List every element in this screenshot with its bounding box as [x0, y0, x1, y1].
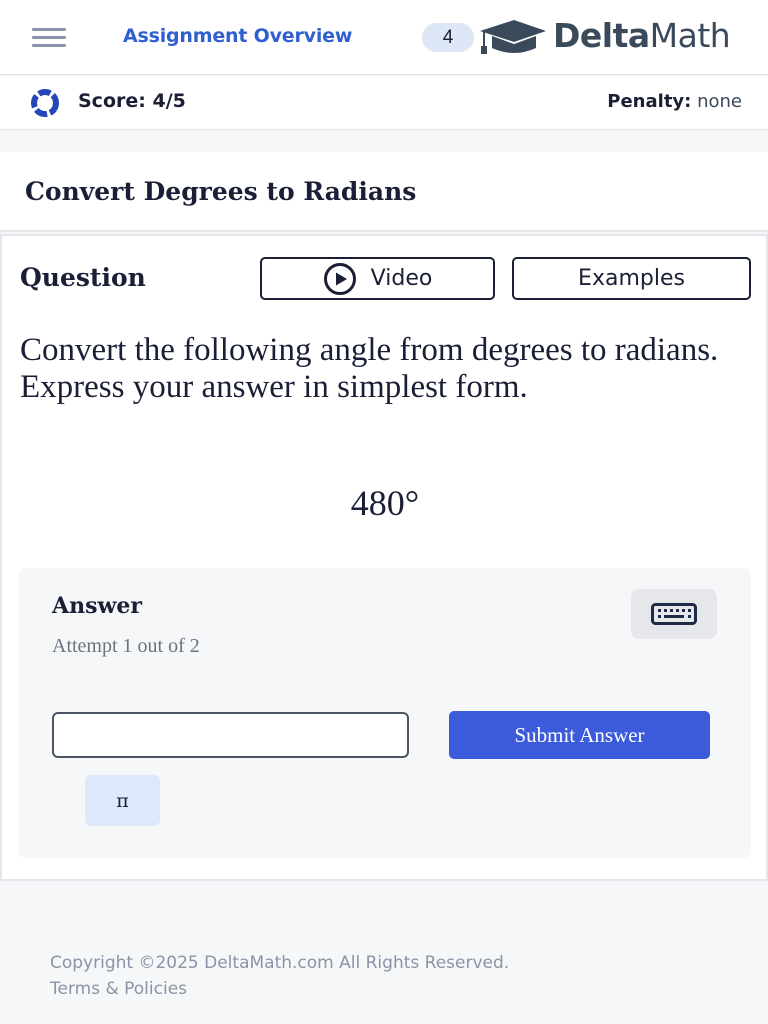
question-card: Question Video Examples Convert the foll… — [0, 234, 768, 881]
score-label: Score: 4/5 — [78, 90, 186, 112]
penalty-value: none — [697, 91, 742, 112]
video-button-label: Video — [370, 266, 433, 291]
video-button[interactable]: Video — [260, 257, 495, 300]
penalty-label: Penalty: — [607, 91, 692, 112]
answer-input[interactable] — [52, 712, 409, 758]
answer-panel: Answer Attempt 1 out of 2 Submit Answer … — [18, 568, 751, 858]
assignment-count-badge: 4 — [422, 23, 474, 52]
score-bar: Score: 4/5 Penalty: none — [0, 76, 768, 130]
keyboard-toggle-button[interactable] — [631, 589, 717, 639]
play-circle-icon — [323, 262, 356, 295]
top-navbar: Assignment Overview 4 DeltaMath — [0, 0, 768, 75]
assignment-overview-link[interactable]: Assignment Overview — [123, 25, 352, 47]
copyright-text: Copyright ©2025 DeltaMath.com All Rights… — [50, 953, 510, 973]
penalty-status: Penalty: none — [607, 91, 742, 112]
hamburger-menu-icon[interactable] — [32, 28, 66, 48]
deltamath-logo-text[interactable]: DeltaMath — [553, 16, 731, 55]
examples-button[interactable]: Examples — [512, 257, 751, 300]
problem-title: Convert Degrees to Radians — [25, 177, 417, 206]
keyboard-icon — [651, 603, 697, 625]
score-ring-icon — [31, 89, 59, 117]
footer: Copyright ©2025 DeltaMath.com All Rights… — [50, 950, 509, 1002]
terms-policies-link[interactable]: Terms & Policies — [50, 976, 509, 1002]
submit-answer-button[interactable]: Submit Answer — [449, 711, 710, 759]
problem-title-bar: Convert Degrees to Radians — [0, 152, 768, 232]
attempt-counter: Attempt 1 out of 2 — [52, 635, 200, 657]
question-prompt: Convert the following angle from degrees… — [20, 332, 719, 405]
answer-heading: Answer — [52, 593, 142, 619]
question-heading: Question — [20, 263, 146, 292]
pi-symbol-button[interactable]: π — [85, 775, 160, 826]
angle-value: 480° — [350, 483, 420, 523]
graduation-cap-icon — [480, 20, 546, 54]
